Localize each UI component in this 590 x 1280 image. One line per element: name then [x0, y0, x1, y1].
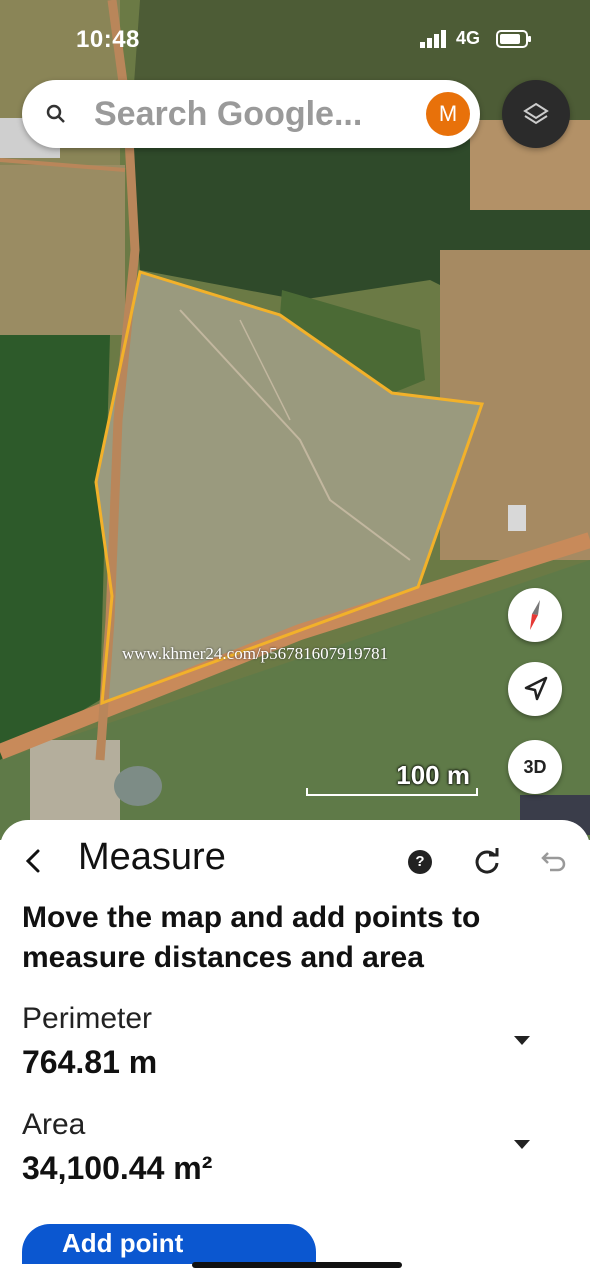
signal-icon — [420, 30, 446, 48]
area-label: Area — [22, 1108, 86, 1141]
satellite-map[interactable]: www.khmer24.com/p56781607919781 10:48 4G… — [0, 0, 590, 840]
scale-ruler — [306, 788, 478, 796]
search-icon — [46, 104, 65, 123]
instruction-text: Move the map and add points to measure d… — [22, 901, 481, 974]
battery-icon — [496, 30, 531, 48]
area-unit-dropdown[interactable] — [514, 1140, 530, 1149]
measure-sheet: Measure ? Move the map and add points to… — [0, 820, 590, 1280]
compass-icon — [530, 600, 540, 630]
perimeter-label: Perimeter — [22, 1002, 153, 1035]
perimeter-unit-dropdown[interactable] — [514, 1036, 530, 1045]
watermark: www.khmer24.com/p56781607919781 — [122, 644, 389, 663]
undo-icon[interactable] — [538, 848, 566, 876]
navigation-arrow-icon — [524, 676, 548, 701]
network-type: 4G — [456, 28, 481, 48]
3d-button[interactable]: 3D — [508, 740, 562, 794]
compass-button[interactable] — [508, 588, 562, 642]
layers-button[interactable] — [502, 80, 570, 148]
back-icon[interactable] — [20, 846, 48, 876]
sheet-title: Measure — [78, 836, 226, 878]
add-point-button[interactable]: Add point — [22, 1224, 316, 1264]
search-bar[interactable]: Search Google... M — [22, 80, 480, 148]
search-input[interactable]: Search Google... — [94, 95, 362, 134]
help-icon[interactable]: ? — [408, 850, 432, 874]
home-indicator[interactable] — [192, 1262, 402, 1268]
scale-bar: 100 m — [306, 760, 478, 798]
area-value: 34,100.44 m² — [22, 1150, 213, 1186]
status-time: 10:48 — [76, 26, 140, 53]
perimeter-value: 764.81 m — [22, 1044, 158, 1080]
status-bar: 10:48 4G — [0, 22, 590, 58]
scale-label: 100 m — [396, 760, 470, 790]
layers-icon — [523, 102, 549, 125]
refresh-icon[interactable] — [472, 846, 502, 876]
my-location-button[interactable] — [508, 662, 562, 716]
account-avatar[interactable]: M — [426, 92, 470, 136]
